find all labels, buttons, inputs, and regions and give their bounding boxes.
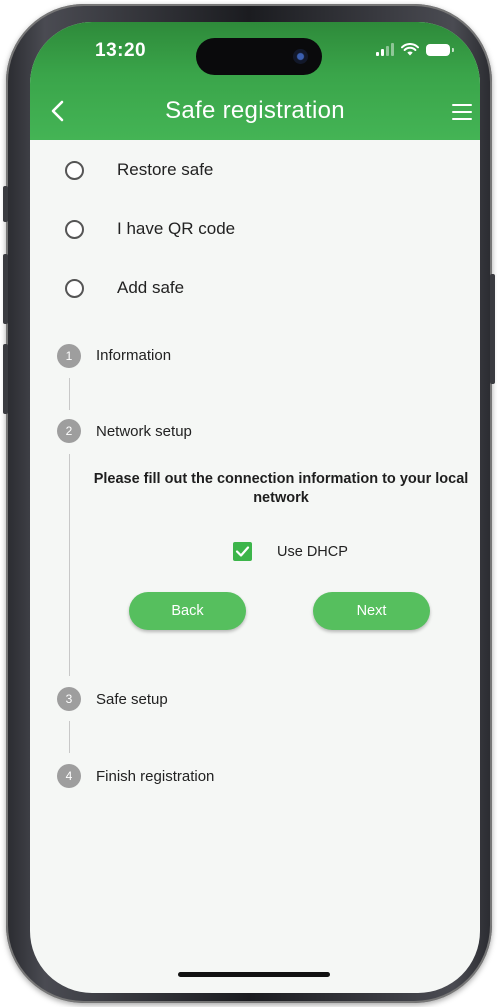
step-connector — [69, 454, 70, 676]
radio-button[interactable] — [65, 278, 84, 298]
radio-button[interactable] — [65, 160, 84, 180]
step-label-network-setup[interactable]: Network setup — [96, 423, 192, 440]
step-label-information[interactable]: Information — [96, 347, 171, 364]
screen: 13:20 Safe registration Restore safe I h… — [30, 22, 480, 993]
use-dhcp-checkbox-row[interactable]: Use DHCP — [233, 542, 348, 561]
option-qr-code[interactable]: I have QR code — [30, 214, 480, 244]
use-dhcp-label: Use DHCP — [277, 543, 348, 560]
volume-down-button — [3, 344, 8, 414]
option-label: Restore safe — [117, 160, 214, 179]
checkmark-icon — [235, 546, 250, 557]
step-number-2: 2 — [57, 419, 81, 443]
step-number-3: 3 — [57, 687, 81, 711]
next-button[interactable]: Next — [313, 592, 430, 630]
network-instruction: Please fill out the connection informati… — [93, 471, 469, 506]
camera-icon — [293, 49, 308, 64]
option-restore-safe[interactable]: Restore safe — [30, 155, 480, 185]
step-label-finish-registration[interactable]: Finish registration — [96, 768, 214, 785]
battery-icon — [426, 43, 454, 56]
back-button[interactable]: Back — [129, 592, 246, 630]
option-add-safe[interactable]: Add safe — [30, 273, 480, 303]
mute-switch — [3, 186, 8, 222]
step-connector — [69, 378, 70, 410]
step-number-4: 4 — [57, 764, 81, 788]
page-title: Safe registration — [165, 97, 345, 124]
radio-button[interactable] — [65, 219, 84, 239]
status-icons — [376, 43, 454, 56]
wifi-icon — [401, 43, 419, 56]
step-label-safe-setup[interactable]: Safe setup — [96, 691, 168, 708]
dynamic-island — [196, 38, 322, 75]
step-connector — [69, 721, 70, 753]
hamburger-menu-icon[interactable] — [452, 104, 472, 120]
option-label: Add safe — [117, 278, 185, 297]
home-indicator[interactable] — [178, 972, 330, 977]
app-header: 13:20 Safe registration — [30, 22, 480, 140]
signal-icon — [376, 43, 394, 56]
phone-frame: 13:20 Safe registration Restore safe I h… — [3, 4, 495, 1003]
option-label: I have QR code — [117, 219, 236, 238]
step-number-1: 1 — [57, 344, 81, 368]
use-dhcp-checkbox[interactable] — [233, 542, 252, 561]
power-button — [490, 274, 495, 384]
status-time: 13:20 — [95, 40, 147, 61]
volume-up-button — [3, 254, 8, 324]
